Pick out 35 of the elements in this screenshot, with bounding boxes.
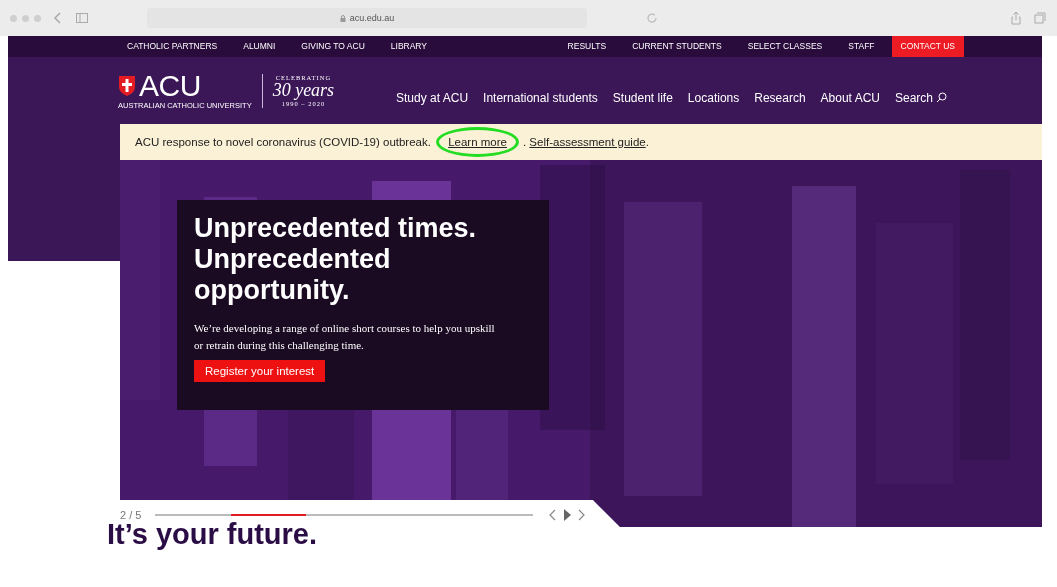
sidebar-icon[interactable]: [75, 11, 89, 25]
slide-counter: 2 / 5: [120, 509, 143, 521]
utility-link[interactable]: CATHOLIC PARTNERS: [118, 36, 227, 57]
search-link[interactable]: Search: [894, 90, 947, 105]
nav-link[interactable]: International students: [483, 90, 598, 105]
utility-link[interactable]: STAFF: [839, 36, 884, 57]
hero-heading: Unprecedented times. Unprecedented opportunity.: [194, 213, 478, 306]
utility-link[interactable]: SELECT CLASSES: [738, 36, 832, 57]
utility-link[interactable]: GIVING TO ACU: [292, 36, 374, 57]
shield-cross-icon: [118, 75, 136, 97]
search-icon: [936, 92, 947, 103]
address-bar[interactable]: acu.edu.au: [147, 8, 587, 28]
play-button[interactable]: [561, 508, 573, 522]
nav-link[interactable]: Research: [754, 90, 806, 105]
url-text: acu.edu.au: [349, 13, 395, 23]
lock-icon: [339, 14, 346, 22]
section-heading: It’s your future.: [107, 518, 317, 552]
contact-button[interactable]: CONTACT US: [891, 36, 964, 57]
tabs-icon[interactable]: [1033, 11, 1047, 25]
register-button[interactable]: Register your interest: [194, 360, 326, 382]
utility-link[interactable]: RESULTS: [558, 36, 616, 57]
anniversary-title: 30 years: [272, 81, 335, 100]
nav-link[interactable]: About ACU: [820, 90, 880, 105]
hero-text: We’re developing a range of online short courses to help you upskill or retrain during this challenging time.: [194, 321, 496, 353]
utility-link[interactable]: ALUMNI: [234, 36, 285, 57]
nav-link[interactable]: Study at ACU: [396, 90, 469, 105]
reload-icon[interactable]: [645, 11, 659, 25]
alert-link[interactable]: Self-assessment guide: [529, 136, 646, 148]
utility-link[interactable]: CURRENT STUDENTS: [623, 36, 731, 57]
nav-link[interactable]: Student life: [612, 90, 673, 105]
alert-link[interactable]: Learn more: [436, 127, 519, 157]
nav-link[interactable]: Locations: [687, 90, 740, 105]
utility-link[interactable]: LIBRARY: [381, 36, 437, 57]
share-icon[interactable]: [1009, 11, 1023, 25]
logo-wordmark[interactable]: ACU: [139, 71, 201, 101]
